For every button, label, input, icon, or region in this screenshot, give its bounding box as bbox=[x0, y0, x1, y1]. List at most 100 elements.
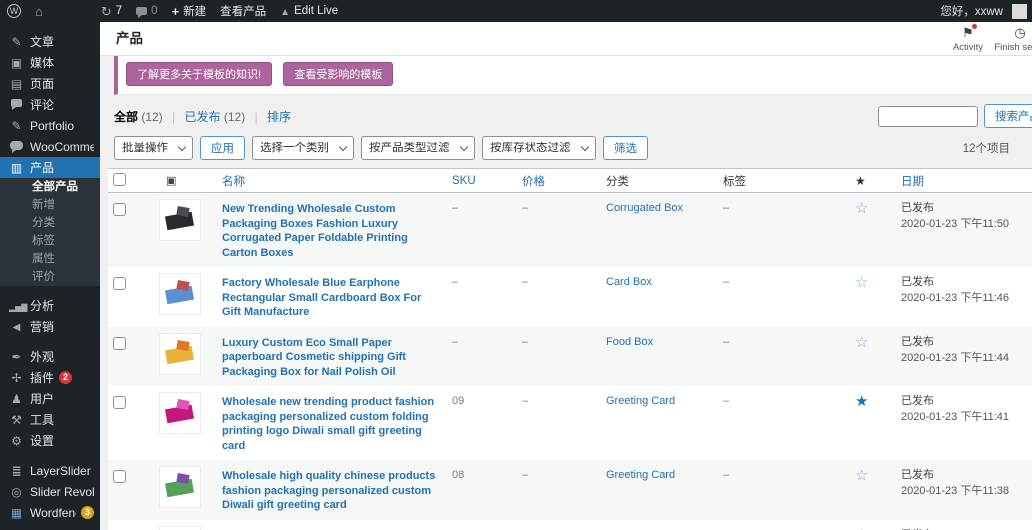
product-thumbnail[interactable] bbox=[160, 393, 200, 433]
sidebar-item-slider-revolution[interactable]: Slider Revolution bbox=[0, 481, 100, 502]
column-price[interactable]: 价格 bbox=[522, 173, 606, 189]
column-name[interactable]: 名称 bbox=[222, 173, 452, 189]
learn-templates-button[interactable]: 了解更多关于模板的知识! bbox=[126, 62, 272, 86]
sidebar-item-label: 分析 bbox=[30, 297, 54, 314]
sidebar-item-marketing[interactable]: 营销 bbox=[0, 316, 100, 337]
row-checkbox[interactable] bbox=[113, 396, 126, 409]
sidebar-item-products[interactable]: 产品 bbox=[0, 157, 100, 178]
edit-live-menu[interactable]: Edit Live bbox=[273, 0, 345, 22]
row-checkbox[interactable] bbox=[113, 470, 126, 483]
sidebar-item-attributes[interactable]: 属性 bbox=[0, 250, 100, 268]
product-name-link[interactable]: Wholesale new trending product fashion p… bbox=[222, 395, 452, 453]
tags-value: – bbox=[723, 276, 855, 288]
row-checkbox[interactable] bbox=[113, 203, 126, 216]
site-home-menu[interactable] bbox=[28, 0, 50, 22]
sidebar-item-layerslider[interactable]: LayerSlider bbox=[0, 460, 100, 481]
sidebar-item-woocommerce[interactable]: WooCommerce bbox=[0, 136, 100, 157]
featured-star[interactable]: ☆ bbox=[855, 468, 901, 483]
category-filter-select[interactable]: 选择一个类别 bbox=[252, 136, 354, 160]
thumbnail-cell bbox=[134, 393, 222, 433]
table-body: New Trending Wholesale Custom Packaging … bbox=[108, 193, 1032, 530]
sidebar-item-tags[interactable]: 标签 bbox=[0, 232, 100, 250]
sidebar-item-all-products[interactable]: 全部产品 bbox=[0, 178, 100, 196]
category-link[interactable]: Food Box bbox=[606, 336, 723, 348]
new-content-menu[interactable]: 新建 bbox=[165, 0, 214, 22]
wall-icon bbox=[9, 507, 24, 519]
view-affected-templates-button[interactable]: 查看受影响的模板 bbox=[283, 62, 393, 86]
wordpress-menu[interactable] bbox=[0, 0, 28, 22]
column-sku[interactable]: SKU bbox=[452, 175, 522, 187]
product-thumbnail[interactable] bbox=[160, 467, 200, 507]
bulk-actions-wrap: 批量操作 bbox=[114, 136, 193, 160]
featured-star[interactable]: ☆ bbox=[855, 335, 901, 350]
sidebar-item-label: 工具 bbox=[30, 411, 54, 428]
sidebar-item-portfolio[interactable]: Portfolio bbox=[0, 115, 100, 136]
header-actions: Activity Finish setup bbox=[942, 23, 1032, 53]
featured-star[interactable]: ☆ bbox=[855, 275, 901, 290]
view-product-menu[interactable]: 查看产品 bbox=[213, 0, 273, 22]
activity-button[interactable]: Activity bbox=[942, 23, 994, 53]
product-name-link[interactable]: Wholesale high quality chinese products … bbox=[222, 469, 452, 513]
product-type-filter-select[interactable]: 按产品类型过滤 bbox=[361, 136, 475, 160]
sort-link[interactable]: 排序 bbox=[267, 110, 291, 124]
menu-separator bbox=[0, 286, 100, 295]
sidebar-item-analytics[interactable]: 分析 bbox=[0, 295, 100, 316]
search-products-button[interactable]: 搜索产品 bbox=[984, 104, 1032, 128]
row-checkbox[interactable] bbox=[113, 277, 126, 290]
sidebar-item-label: 媒体 bbox=[30, 54, 54, 71]
thumbnail-cell bbox=[134, 200, 222, 240]
row-checkbox[interactable] bbox=[113, 337, 126, 350]
stock-status-filter-select[interactable]: 按库存状态过滤 bbox=[482, 136, 596, 160]
product-name-link[interactable]: Luxury Custom Eco Small Paper paperboard… bbox=[222, 336, 452, 380]
sku-value: – bbox=[452, 276, 522, 288]
sidebar-item-reviews[interactable]: 评价 bbox=[0, 268, 100, 286]
product-thumbnail[interactable] bbox=[160, 200, 200, 240]
view-published-link[interactable]: 已发布 (12) bbox=[185, 110, 246, 124]
sidebar-item-wordfence[interactable]: Wordfence3 bbox=[0, 502, 100, 523]
finish-setup-button[interactable]: Finish setup bbox=[994, 23, 1032, 53]
avatar[interactable] bbox=[1012, 4, 1027, 19]
sidebar-item-pages[interactable]: 页面 bbox=[0, 73, 100, 94]
product-name-link[interactable]: New Trending Wholesale Custom Packaging … bbox=[222, 202, 452, 260]
view-published-label: 已发布 bbox=[185, 110, 221, 124]
sidebar-item-media[interactable]: 媒体 bbox=[0, 52, 100, 73]
sidebar-item-appearance[interactable]: 外观 bbox=[0, 346, 100, 367]
featured-star[interactable]: ☆ bbox=[855, 201, 901, 216]
category-link[interactable]: Greeting Card bbox=[606, 395, 723, 407]
column-date[interactable]: 日期 bbox=[901, 173, 1032, 189]
sidebar-item-categories[interactable]: 分类 bbox=[0, 214, 100, 232]
view-all-link[interactable]: 全部 (12) bbox=[114, 110, 163, 124]
thumbnail-cell bbox=[134, 467, 222, 507]
category-link[interactable]: Card Box bbox=[606, 276, 723, 288]
sidebar-item-tools[interactable]: 工具 bbox=[0, 409, 100, 430]
sidebar-item-label: 页面 bbox=[30, 75, 54, 92]
sidebar-item-plugins[interactable]: 插件2 bbox=[0, 367, 100, 388]
category-link[interactable]: Corrugated Box bbox=[606, 202, 723, 214]
row-checkbox-cell bbox=[108, 274, 134, 293]
bulk-actions-select[interactable]: 批量操作 bbox=[114, 136, 193, 160]
comments-menu[interactable]: 0 bbox=[129, 0, 164, 22]
sidebar-item-add-new[interactable]: 新增 bbox=[0, 196, 100, 214]
product-thumbnail[interactable] bbox=[160, 274, 200, 314]
sidebar-item-label: 标签 bbox=[32, 235, 55, 247]
updates-menu[interactable]: 7 bbox=[94, 0, 129, 22]
sidebar-item-comments[interactable]: 评论 bbox=[0, 94, 100, 115]
product-name-link[interactable]: Factory Wholesale Blue Earphone Rectangu… bbox=[222, 276, 452, 320]
sidebar-item-label: WooCommerce bbox=[30, 140, 94, 154]
product-type-filter-wrap: 按产品类型过滤 bbox=[361, 136, 475, 160]
select-all-checkbox[interactable] bbox=[113, 173, 126, 186]
my-account-menu[interactable]: 您好，xxww bbox=[933, 0, 1010, 22]
sidebar-item-label: 插件 bbox=[30, 369, 54, 386]
sidebar-item-users[interactable]: 用户 bbox=[0, 388, 100, 409]
category-link[interactable]: Greeting Card bbox=[606, 469, 723, 481]
featured-star[interactable]: ★ bbox=[855, 394, 901, 409]
filter-button[interactable]: 筛选 bbox=[603, 136, 648, 160]
sidebar-item-settings[interactable]: 设置 bbox=[0, 430, 100, 451]
sidebar-item-posts[interactable]: 文章 bbox=[0, 31, 100, 52]
edit-live-icon bbox=[280, 5, 290, 18]
product-thumbnail[interactable] bbox=[160, 334, 200, 374]
price-value: – bbox=[522, 202, 606, 214]
search-input[interactable] bbox=[878, 106, 978, 127]
admin-bar-right: 您好，xxww bbox=[933, 0, 1032, 22]
apply-button[interactable]: 应用 bbox=[200, 136, 245, 160]
